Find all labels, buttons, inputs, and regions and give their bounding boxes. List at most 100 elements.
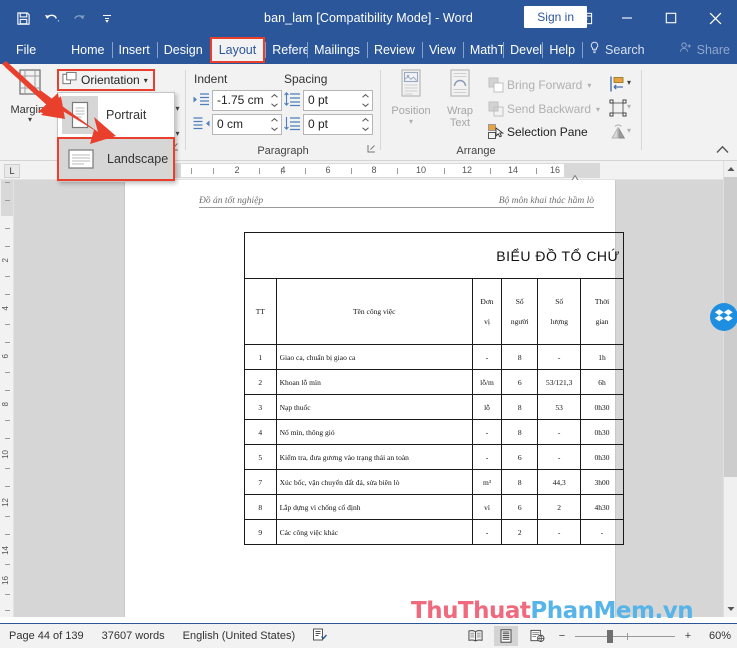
maximize-button[interactable]: [649, 0, 693, 36]
print-layout-view-button[interactable]: [494, 626, 518, 646]
ruler-num-10: 10: [415, 165, 427, 175]
cell-soluong: 53: [537, 394, 582, 420]
zoom-in-button[interactable]: +: [682, 630, 694, 642]
align-icon: [607, 73, 629, 95]
tab-references[interactable]: Referenc: [265, 39, 307, 61]
songuoi-line1: Số: [515, 296, 524, 306]
margins-button[interactable]: Margins ▾: [4, 68, 56, 124]
dropbox-sync-icon[interactable]: [710, 303, 737, 331]
table-row: 4 Nổ mìn, thông gió - 8 - 0h30: [244, 419, 624, 445]
tab-help[interactable]: Help: [542, 39, 582, 61]
vertical-scrollbar[interactable]: [723, 161, 737, 617]
bring-forward-button[interactable]: Bring Forward ▾: [507, 74, 591, 96]
orientation-button[interactable]: Orientation ▾: [57, 69, 155, 91]
wrap-text-icon: [445, 69, 475, 104]
document-page[interactable]: Đồ án tốt nghiệp Bộ môn khai thác hầm lò…: [125, 180, 624, 617]
tab-mathtype[interactable]: MathTyp: [462, 39, 503, 61]
vruler-top-margin: [1, 180, 13, 216]
send-backward-button[interactable]: Send Backward ▾: [507, 98, 600, 120]
align-chevron-down-icon[interactable]: ▾: [627, 78, 631, 87]
read-mode-view-button[interactable]: [463, 626, 487, 646]
scroll-down-button[interactable]: [724, 601, 737, 617]
scroll-up-button[interactable]: [724, 161, 737, 177]
undo-icon[interactable]: [38, 6, 64, 30]
proofing-errors-icon[interactable]: [304, 628, 336, 644]
tab-developer[interactable]: Develop: [503, 39, 542, 61]
group-chevron-down-icon[interactable]: ▾: [627, 102, 631, 111]
indent-left-stepper[interactable]: [270, 91, 279, 110]
search-box[interactable]: Search: [582, 39, 652, 61]
send-backward-chevron-down-icon[interactable]: ▾: [596, 105, 600, 114]
spacing-after-stepper[interactable]: [361, 115, 370, 134]
orientation-label: Orientation: [81, 73, 140, 87]
cell-tt: 9: [244, 519, 277, 545]
tab-home[interactable]: Home: [64, 39, 111, 61]
window-controls: [565, 0, 737, 36]
soluong-line1: Số: [555, 296, 564, 306]
cell-thoigian: 4h30: [580, 494, 624, 520]
close-button[interactable]: [693, 0, 737, 36]
zoom-out-button[interactable]: −: [556, 630, 568, 642]
web-layout-view-button[interactable]: [525, 626, 549, 646]
cell-name: Nạp thuốc: [275, 394, 473, 420]
orientation-option-landscape[interactable]: Landscape: [57, 137, 175, 181]
indent-right-input[interactable]: 0 cm: [212, 114, 282, 135]
selection-pane-button[interactable]: Selection Pane: [507, 121, 588, 143]
word-window: ban_lam [Compatibility Mode] - Word Sign…: [0, 0, 737, 648]
redo-icon[interactable]: [66, 6, 92, 30]
vruler-num-2: 2: [1, 258, 10, 263]
header-left-text: Đồ án tốt nghiệp: [199, 196, 264, 206]
bring-forward-label: Bring Forward: [507, 78, 583, 92]
zoom-level-label[interactable]: 60%: [701, 630, 731, 642]
vertical-ruler[interactable]: 2 4 6 8 10 12 14 16: [0, 180, 14, 617]
save-icon[interactable]: [10, 6, 36, 30]
share-button[interactable]: Share: [672, 39, 737, 61]
column-header-soluong: Số lượng: [537, 278, 582, 345]
orientation-option-portrait[interactable]: Portrait: [58, 93, 174, 137]
minimize-button[interactable]: [605, 0, 649, 36]
tab-review[interactable]: Review: [366, 39, 422, 61]
document-table[interactable]: BIỂU ĐỒ TỔ CHỨ TT Tên công việc Đơn vị S…: [244, 232, 624, 545]
rotate-icon: [607, 121, 629, 143]
document-canvas[interactable]: Đồ án tốt nghiệp Bộ môn khai thác hầm lò…: [14, 180, 723, 617]
page-indicator[interactable]: Page 44 of 139: [0, 630, 93, 642]
tab-stop-selector[interactable]: L: [4, 164, 20, 178]
indent-right-stepper[interactable]: [270, 115, 279, 134]
position-button[interactable]: Position ▾: [387, 68, 435, 126]
cell-tt: 2: [244, 369, 277, 395]
margins-chevron-down-icon[interactable]: ▾: [4, 115, 56, 124]
tab-design[interactable]: Design: [156, 39, 210, 61]
cell-songuoi: 6: [501, 494, 539, 520]
cell-soluong: -: [537, 444, 582, 470]
position-chevron-down-icon[interactable]: ▾: [387, 117, 435, 126]
spacing-before-stepper[interactable]: [361, 91, 370, 110]
language-indicator[interactable]: English (United States): [174, 630, 305, 642]
ribbon-display-options-icon[interactable]: [565, 0, 605, 36]
songuoi-line2: người: [510, 316, 529, 326]
wrap-text-button[interactable]: Wrap Text: [436, 68, 484, 129]
vruler-num-16: 16: [1, 576, 10, 585]
zoom-slider[interactable]: [575, 627, 675, 645]
word-count[interactable]: 37607 words: [93, 630, 174, 642]
cell-name: Nổ mìn, thông gió: [275, 419, 473, 445]
tab-view[interactable]: View: [421, 39, 463, 61]
paragraph-dialog-launcher[interactable]: [367, 144, 376, 155]
tab-insert[interactable]: Insert: [111, 39, 157, 61]
indent-left-input[interactable]: -1.75 cm: [212, 90, 282, 111]
collapse-ribbon-button[interactable]: [716, 145, 729, 157]
tab-file[interactable]: File: [0, 39, 46, 61]
tab-mailings[interactable]: Mailings: [307, 39, 367, 61]
cell-soluong: -: [537, 519, 582, 545]
zoom-slider-thumb[interactable]: [607, 629, 613, 643]
cell-tt: 1: [244, 344, 277, 370]
customize-qat-icon[interactable]: [94, 6, 120, 30]
cell-thoigian: 0h30: [580, 444, 624, 470]
spacing-before-input[interactable]: 0 pt: [303, 90, 373, 111]
header-right-text: Bộ môn khai thác hầm lò: [498, 196, 594, 206]
rotate-chevron-down-icon[interactable]: ▾: [627, 126, 631, 135]
bring-forward-chevron-down-icon[interactable]: ▾: [587, 81, 591, 90]
spacing-after-input[interactable]: 0 pt: [303, 114, 373, 135]
orientation-chevron-down-icon[interactable]: ▾: [144, 76, 148, 85]
tab-layout[interactable]: Layout: [209, 37, 266, 63]
ruler-num-8: 8: [371, 165, 377, 175]
